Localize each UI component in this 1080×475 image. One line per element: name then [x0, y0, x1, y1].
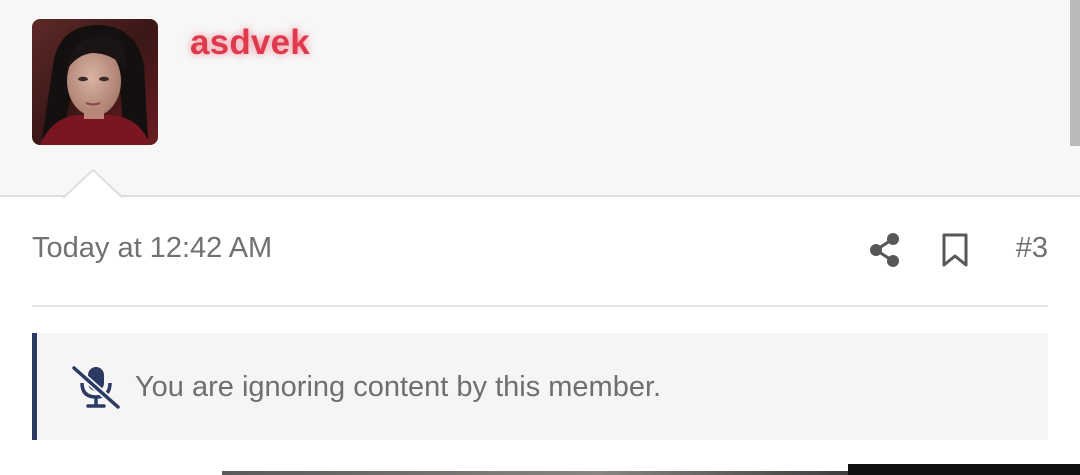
- username[interactable]: asdvek: [190, 22, 310, 64]
- post-meta-row: Today at 12:42 AM #3: [32, 220, 1048, 282]
- post-date[interactable]: Today at 12:42 AM: [32, 232, 272, 265]
- share-button[interactable]: [868, 232, 902, 268]
- message-arrow: [63, 169, 123, 199]
- bookmark-icon: [942, 233, 968, 267]
- bookmark-button[interactable]: [940, 232, 970, 268]
- share-icon: [870, 233, 899, 267]
- microphone-slash-icon: [71, 365, 121, 409]
- user-header: asdvek: [0, 0, 1080, 199]
- avatar[interactable]: [32, 19, 158, 145]
- next-post-image-edge: [222, 471, 848, 475]
- avatar-image: [32, 19, 158, 145]
- post-container: asdvek Today at 12:42 AM #3 You are igno…: [0, 0, 1080, 475]
- post-number-link[interactable]: #3: [1016, 232, 1048, 265]
- ignored-content-notice: You are ignoring content by this member.: [32, 333, 1048, 440]
- scrollbar-thumb[interactable]: [1070, 0, 1080, 146]
- next-post-dark-edge: [848, 464, 1080, 475]
- meta-divider: [32, 305, 1048, 307]
- ignored-notice-text: You are ignoring content by this member.: [135, 371, 662, 403]
